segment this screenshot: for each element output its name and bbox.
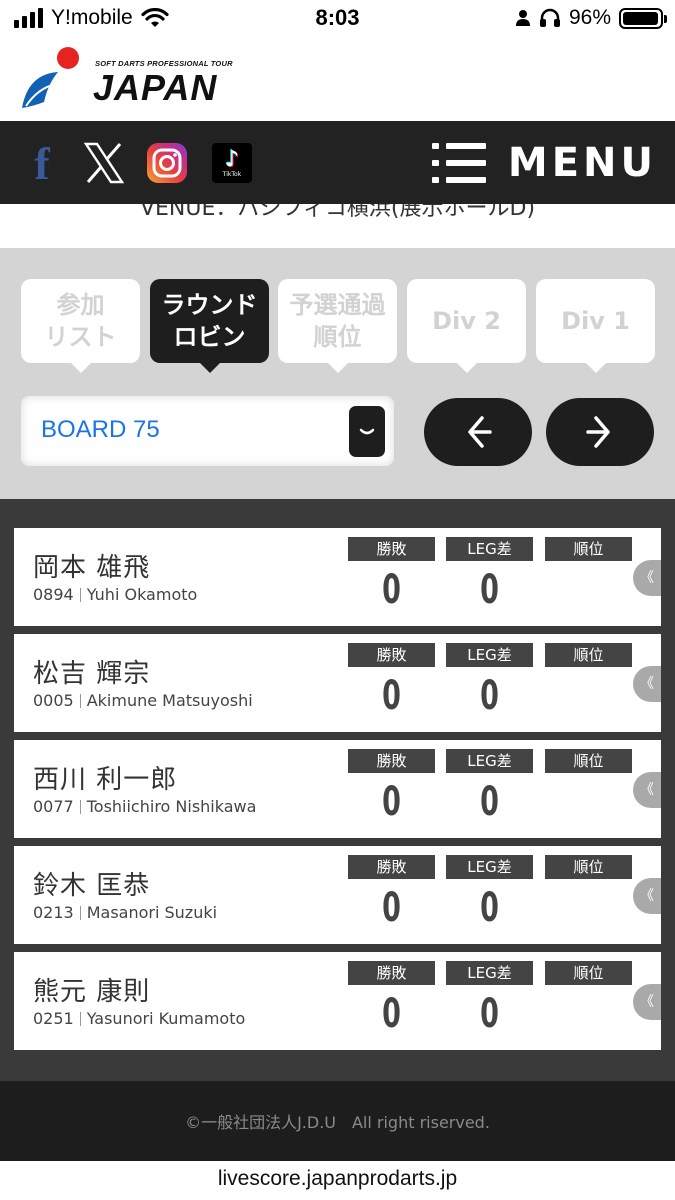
player-id: 0894 bbox=[33, 585, 74, 604]
player-romaji: Yuhi Okamoto bbox=[86, 585, 198, 604]
arrow-left-icon bbox=[468, 416, 492, 448]
player-id: 0251 bbox=[33, 1009, 74, 1028]
player-romaji: Akimune Matsuyoshi bbox=[86, 691, 253, 710]
separator bbox=[79, 1011, 81, 1026]
player-subinfo: 0213 Masanori Suzuki bbox=[33, 903, 217, 922]
player-row[interactable]: 熊元 康則 0251 Yasunori Kumamoto 勝敗 0 LEG差 0 順位《 bbox=[14, 952, 661, 1050]
jpdarts-logo-icon bbox=[22, 47, 79, 108]
menu-button[interactable]: MENU bbox=[431, 139, 657, 187]
stat-header-leg-diff: LEG差 bbox=[446, 855, 533, 879]
stat-header-rank: 順位 bbox=[545, 643, 632, 667]
stat-header-win-loss: 勝敗 bbox=[348, 749, 435, 773]
player-subinfo: 0251 Yasunori Kumamoto bbox=[33, 1009, 245, 1028]
tab-div2[interactable]: Div 2 bbox=[407, 279, 526, 373]
instagram-icon[interactable] bbox=[147, 143, 187, 183]
stat-header-rank: 順位 bbox=[545, 961, 632, 985]
venue-text: VENUE：パシフィコ横浜(展示ホールD) bbox=[139, 204, 536, 221]
stat-value-leg-diff: 0 bbox=[480, 885, 499, 931]
next-board-button[interactable] bbox=[546, 398, 654, 466]
stat-header-leg-diff: LEG差 bbox=[446, 749, 533, 773]
stat-header-win-loss: 勝敗 bbox=[348, 855, 435, 879]
logo-header[interactable]: SOFT DARTS PROFESSIONAL TOUR JAPAN bbox=[0, 38, 675, 121]
navbar: f ♪ TikTok MENU bbox=[0, 121, 675, 204]
stat-value-win-loss: 0 bbox=[382, 779, 401, 825]
venue-strip: VENUE：パシフィコ横浜(展示ホールD) bbox=[0, 204, 675, 248]
player-name: 西川 利一郎 bbox=[33, 765, 178, 795]
tab-div1[interactable]: Div 1 bbox=[536, 279, 655, 373]
x-icon[interactable] bbox=[82, 141, 126, 185]
player-romaji: Masanori Suzuki bbox=[86, 903, 218, 922]
url-bar[interactable]: livescore.japanprodarts.jp bbox=[0, 1161, 675, 1200]
url-text: livescore.japanprodarts.jp bbox=[217, 1167, 458, 1190]
player-subinfo: 0077 Toshiichiro Nishikawa bbox=[33, 797, 256, 816]
tiktok-note-icon: ♪ bbox=[224, 146, 240, 172]
person-icon bbox=[515, 10, 530, 26]
prev-board-button[interactable] bbox=[424, 398, 532, 466]
stat-header-rank: 順位 bbox=[545, 537, 632, 561]
stat-value-leg-diff: 0 bbox=[480, 673, 499, 719]
stat-header-win-loss: 勝敗 bbox=[348, 643, 435, 667]
player-id: 0005 bbox=[33, 691, 74, 710]
player-name: 松吉 輝宗 bbox=[33, 659, 151, 689]
player-row[interactable]: 松吉 輝宗 0005 Akimune Matsuyoshi 勝敗 0 LEG差 0 順位《 bbox=[14, 634, 661, 732]
stat-value-leg-diff: 0 bbox=[480, 567, 499, 613]
player-list: 岡本 雄飛 0894 Yuhi Okamoto 勝敗 0 LEG差 0 順位《松吉 輝宗 000… bbox=[0, 499, 675, 1081]
tab-qualifying-rank[interactable]: 予選通過 順位 bbox=[278, 279, 397, 373]
stat-value-leg-diff: 0 bbox=[480, 779, 499, 825]
menu-label: MENU bbox=[507, 140, 657, 186]
player-romaji: Yasunori Kumamoto bbox=[86, 1009, 246, 1028]
expand-chevron-icon[interactable]: 《 bbox=[633, 772, 661, 808]
player-name: 熊元 康則 bbox=[33, 977, 151, 1007]
player-subinfo: 0894 Yuhi Okamoto bbox=[33, 585, 197, 604]
headphones-icon bbox=[539, 8, 560, 27]
stat-header-rank: 順位 bbox=[545, 749, 632, 773]
player-id: 0077 bbox=[33, 797, 74, 816]
expand-chevron-icon[interactable]: 《 bbox=[633, 984, 661, 1020]
hamburger-icon bbox=[431, 141, 486, 185]
player-row[interactable]: 西川 利一郎 0077 Toshiichiro Nishikawa 勝敗 0 LEG差 0 順… bbox=[14, 740, 661, 838]
stat-value-win-loss: 0 bbox=[382, 567, 401, 613]
player-name: 岡本 雄飛 bbox=[33, 553, 151, 583]
chevron-down-icon bbox=[349, 406, 385, 457]
player-name: 鈴木 匡恭 bbox=[33, 871, 151, 901]
tab-round-robin[interactable]: ラウンド ロビン bbox=[150, 279, 269, 373]
facebook-icon[interactable]: f bbox=[20, 138, 64, 189]
separator bbox=[79, 693, 81, 708]
stat-header-leg-diff: LEG差 bbox=[446, 961, 533, 985]
tab-entry-list[interactable]: 参加 リスト bbox=[21, 279, 140, 373]
battery-icon bbox=[619, 7, 667, 29]
board-select[interactable]: BOARD 75 bbox=[21, 396, 394, 466]
logo-title: JAPAN bbox=[93, 67, 218, 108]
separator bbox=[79, 587, 81, 602]
tiktok-icon[interactable]: ♪ TikTok bbox=[212, 143, 252, 183]
tiktok-label: TikTok bbox=[222, 170, 242, 178]
stat-header-leg-diff: LEG差 bbox=[446, 643, 533, 667]
status-right: 96% bbox=[515, 6, 667, 30]
status-bar: Y!mobile 8:03 96% bbox=[0, 0, 675, 38]
stat-header-rank: 順位 bbox=[545, 855, 632, 879]
separator bbox=[79, 905, 81, 920]
stat-header-win-loss: 勝敗 bbox=[348, 537, 435, 561]
stat-value-leg-diff: 0 bbox=[480, 991, 499, 1037]
stat-value-win-loss: 0 bbox=[382, 673, 401, 719]
player-subinfo: 0005 Akimune Matsuyoshi bbox=[33, 691, 253, 710]
separator bbox=[79, 799, 81, 814]
expand-chevron-icon[interactable]: 《 bbox=[633, 560, 661, 596]
stat-header-win-loss: 勝敗 bbox=[348, 961, 435, 985]
copyright: ©一般社団法人J.D.U All right riserved. bbox=[185, 1113, 490, 1132]
player-row[interactable]: 岡本 雄飛 0894 Yuhi Okamoto 勝敗 0 LEG差 0 順位《 bbox=[14, 528, 661, 626]
expand-chevron-icon[interactable]: 《 bbox=[633, 666, 661, 702]
expand-chevron-icon[interactable]: 《 bbox=[633, 878, 661, 914]
stat-value-win-loss: 0 bbox=[382, 885, 401, 931]
arrow-right-icon bbox=[586, 416, 610, 448]
player-id: 0213 bbox=[33, 903, 74, 922]
stat-value-win-loss: 0 bbox=[382, 991, 401, 1037]
battery-percent: 96% bbox=[568, 6, 611, 29]
board-select-value: BOARD 75 bbox=[41, 416, 160, 443]
player-row[interactable]: 鈴木 匡恭 0213 Masanori Suzuki 勝敗 0 LEG差 0 順位《 bbox=[14, 846, 661, 944]
player-romaji: Toshiichiro Nishikawa bbox=[86, 797, 257, 816]
footer: ©一般社団法人J.D.U All right riserved. bbox=[0, 1081, 675, 1161]
tab-area: 参加 リスト ラウンド ロビン 予選通過 順位 Div 2 Div 1 BOAR… bbox=[0, 248, 675, 499]
stat-header-leg-diff: LEG差 bbox=[446, 537, 533, 561]
